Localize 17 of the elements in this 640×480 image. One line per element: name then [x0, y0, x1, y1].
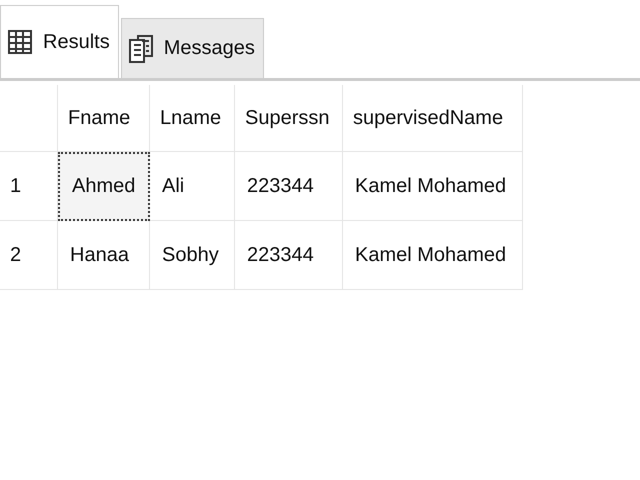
table-cell: Hanaa	[58, 221, 150, 290]
table-cell: 223344	[235, 221, 343, 290]
table-cell: Kamel Mohamed	[343, 221, 523, 290]
tab[interactable]: Messages	[120, 18, 264, 78]
table-cell: Kamel Mohamed	[343, 152, 523, 221]
tab[interactable]: Results	[0, 5, 119, 78]
table-cell: Ahmed	[58, 152, 150, 221]
column-header[interactable]: supervisedName	[343, 85, 523, 152]
column-header[interactable]: Superssn	[235, 85, 343, 152]
table-cell: Sobhy	[150, 221, 235, 290]
table-cell: 223344	[235, 152, 343, 221]
row-number: 2	[0, 221, 58, 290]
column-header[interactable]: Lname	[150, 85, 235, 152]
document-icon	[128, 34, 154, 64]
grid-icon	[7, 29, 33, 55]
corner-cell	[0, 85, 58, 152]
table-cell: Ali	[150, 152, 235, 221]
